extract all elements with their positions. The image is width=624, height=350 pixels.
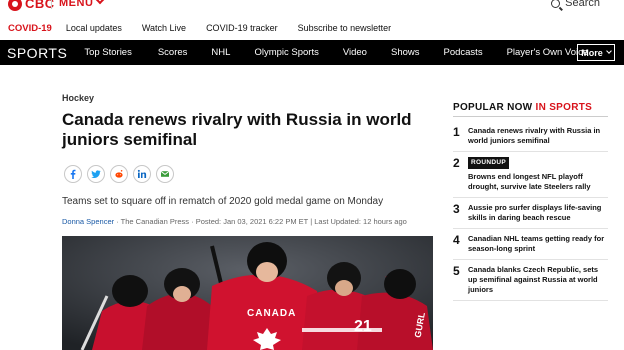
share-buttons xyxy=(64,165,174,183)
byline-details: · The Canadian Press · Posted: Jan 03, 2… xyxy=(114,217,407,226)
sports-brand-link[interactable]: SPORTS xyxy=(7,45,67,61)
nav-item-top-stories[interactable]: Top Stories xyxy=(84,47,132,58)
popular-item-number: 3 xyxy=(453,202,460,216)
covid-tag-link[interactable]: COVID-19 xyxy=(8,23,52,34)
article-headline: Canada renews rivalry with Russia in wor… xyxy=(62,110,412,149)
top-bar: CBC MENU Search xyxy=(0,0,624,13)
divider xyxy=(51,0,52,9)
nav-item-shows[interactable]: Shows xyxy=(391,47,420,58)
covid-link-tracker[interactable]: COVID-19 tracker xyxy=(206,23,278,33)
nav-item-olympic-sports[interactable]: Olympic Sports xyxy=(254,47,318,58)
menu-button[interactable]: MENU xyxy=(59,0,105,9)
search-label: Search xyxy=(565,0,600,9)
nav-item-video[interactable]: Video xyxy=(343,47,367,58)
popular-item-title: Canada blanks Czech Republic, sets up se… xyxy=(468,265,599,294)
popular-item-title: Canada renews rivalry with Russia in wor… xyxy=(468,126,601,145)
roundup-badge: ROUNDUP xyxy=(468,157,509,169)
facebook-icon[interactable] xyxy=(64,165,82,183)
sports-nav: SPORTS Top Stories Scores NHL Olympic Sp… xyxy=(0,40,624,65)
nav-item-nhl[interactable]: NHL xyxy=(211,47,230,58)
popular-item-number: 5 xyxy=(453,264,460,278)
jersey-text: CANADA xyxy=(247,308,297,319)
covid-link-watch-live[interactable]: Watch Live xyxy=(142,23,186,33)
popular-title-main: POPULAR NOW xyxy=(453,102,533,113)
nav-item-scores[interactable]: Scores xyxy=(158,47,188,58)
more-button[interactable]: More xyxy=(577,44,615,61)
article-byline: Donna Spencer · The Canadian Press · Pos… xyxy=(62,217,407,226)
popular-item-title: Browns end longest NFL playoff drought, … xyxy=(468,172,591,191)
popular-item-number: 4 xyxy=(453,233,460,247)
popular-item-number: 2 xyxy=(453,156,460,170)
popular-item[interactable]: 3 Aussie pro surfer displays life-saving… xyxy=(453,198,608,229)
cbc-logo[interactable]: CBC xyxy=(8,0,55,11)
popular-title-accent: IN SPORTS xyxy=(535,102,593,113)
popular-item[interactable]: 5 Canada blanks Czech Republic, sets up … xyxy=(453,260,608,301)
nav-item-podcasts[interactable]: Podcasts xyxy=(444,47,483,58)
popular-item-number: 1 xyxy=(453,125,460,139)
covid-link-local-updates[interactable]: Local updates xyxy=(66,23,122,33)
chevron-down-icon xyxy=(96,0,105,5)
hockey-celebration-image xyxy=(62,236,433,350)
linkedin-icon[interactable] xyxy=(133,165,151,183)
article-photo: CANADA 21 GURL xyxy=(62,236,433,350)
search-icon xyxy=(551,0,561,8)
email-icon[interactable] xyxy=(156,165,174,183)
article-deck: Teams set to square off in rematch of 20… xyxy=(62,196,384,207)
covid-bar: COVID-19 Local updates Watch Live COVID-… xyxy=(0,17,624,39)
section-label[interactable]: Hockey xyxy=(62,93,94,103)
nav-item-players-own-voice[interactable]: Player's Own Voice xyxy=(507,47,589,58)
reddit-icon[interactable] xyxy=(110,165,128,183)
divider xyxy=(453,116,608,117)
chevron-down-icon xyxy=(605,47,612,54)
covid-link-newsletter[interactable]: Subscribe to newsletter xyxy=(298,23,392,33)
popular-item[interactable]: 2 ROUNDUP Browns end longest NFL playoff… xyxy=(453,152,608,198)
popular-now-title: POPULAR NOW IN SPORTS xyxy=(453,102,592,113)
popular-item-body: ROUNDUP Browns end longest NFL playoff d… xyxy=(468,156,608,192)
jersey-number: 21 xyxy=(354,318,372,335)
cbc-gem-icon xyxy=(8,0,22,11)
more-label: More xyxy=(581,47,603,58)
search-button[interactable]: Search xyxy=(551,0,600,9)
popular-item[interactable]: 4 Canadian NHL teams getting ready for s… xyxy=(453,229,608,260)
popular-item-title: Canadian NHL teams getting ready for sea… xyxy=(468,234,605,253)
author-link[interactable]: Donna Spencer xyxy=(62,217,114,226)
popular-item-title: Aussie pro surfer displays life-saving s… xyxy=(468,203,602,222)
menu-label: MENU xyxy=(59,0,94,9)
popular-item[interactable]: 1 Canada renews rivalry with Russia in w… xyxy=(453,121,608,152)
popular-list: 1 Canada renews rivalry with Russia in w… xyxy=(453,121,608,301)
twitter-icon[interactable] xyxy=(87,165,105,183)
